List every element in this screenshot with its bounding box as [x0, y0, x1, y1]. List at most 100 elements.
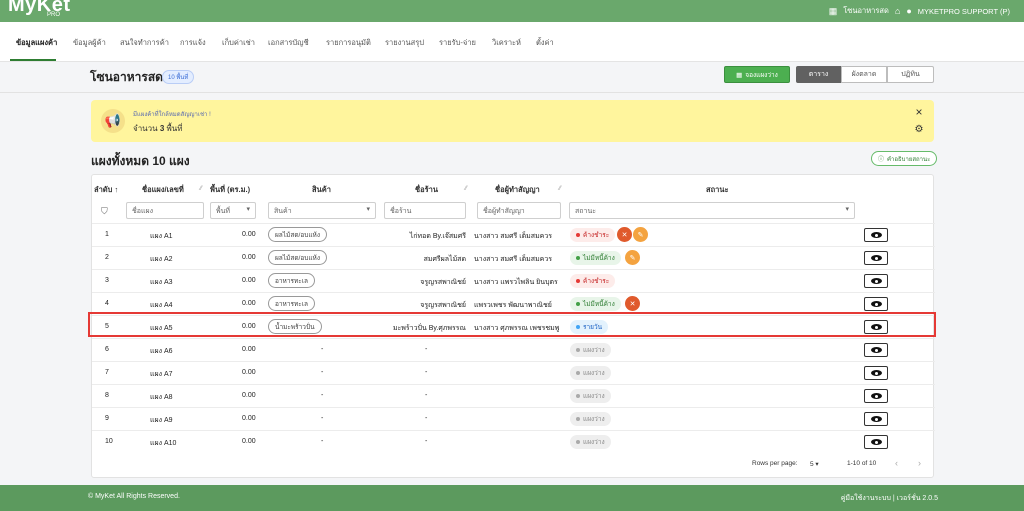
view-details-button[interactable] [864, 412, 888, 426]
prev-page-icon[interactable]: ‹ [895, 458, 898, 468]
chevron-down-icon: ▾ [366, 206, 370, 213]
section-title: แผงทั้งหมด 10 แผง [91, 154, 190, 168]
shop-name: มะพร้าวปั่น By.ศุภพรรณ [392, 325, 466, 332]
view-details-button[interactable] [864, 274, 888, 288]
col-header-status[interactable]: สถานะ [706, 184, 729, 196]
table-row[interactable]: 3 แผง A3 0.00 อาหารทะเล จรูญรสพาณิชย์ นางสาว … [92, 269, 935, 292]
megaphone-icon: 📢 [101, 109, 125, 133]
col-header-no[interactable]: ลำดับ ↑ [94, 184, 118, 196]
view-table-tab[interactable]: ตาราง [796, 66, 841, 83]
gear-icon[interactable]: ⚙ [912, 123, 926, 137]
status-description-label: คำอธิบายสถานะ [887, 156, 931, 163]
filter-product-select[interactable]: สินค้า ▾ [268, 202, 376, 219]
stall-area: 0.00 [242, 254, 256, 261]
resize-handle[interactable]: ⁄⁄ [200, 186, 202, 192]
nav-summary-report[interactable]: รายงานสรุป [385, 37, 424, 49]
rows-per-page-select[interactable]: 5 ▾ [810, 460, 819, 468]
row-number: 6 [105, 346, 109, 353]
nav-analysis[interactable]: วิเคราะห์ [492, 37, 521, 49]
row-number: 1 [105, 231, 109, 238]
user-name[interactable]: MYKETPRO SUPPORT (P) [918, 7, 1010, 16]
rows-per-page-label: Rows per page: [752, 460, 798, 467]
status-badge: ค้างชำระ [570, 274, 616, 288]
resize-handle[interactable]: ⁄⁄ [559, 186, 561, 192]
table-row[interactable]: 9 แผง A9 0.00 - - แผงว่าง [92, 407, 935, 430]
user-icon: ● [906, 6, 912, 16]
view-details-button[interactable] [864, 435, 888, 449]
row-number: 4 [105, 300, 109, 307]
table-row[interactable]: 1 แผง A1 0.00 ผลไม้สด/อบแห้ง ไก่ทอด By.เจ๊สม… [92, 223, 935, 246]
filter-icon[interactable]: ⛉ [101, 206, 108, 217]
table-row[interactable]: 8 แผง A8 0.00 - - แผงว่าง [92, 384, 935, 407]
store-name[interactable]: โซนอาหารสด [843, 5, 889, 17]
nav-income-expense[interactable]: รายรับ-จ่าย [439, 37, 476, 49]
contract-edit-icon[interactable]: ✎ [625, 250, 640, 265]
view-details-button[interactable] [864, 320, 888, 334]
view-details-button[interactable] [864, 297, 888, 311]
view-details-button[interactable] [864, 366, 888, 380]
overdue-alert-icon[interactable]: ✕ [617, 227, 632, 242]
col-header-area[interactable]: พื้นที่ (ตร.ม.) [210, 184, 250, 196]
eye-icon [870, 370, 882, 376]
view-market-map-tab[interactable]: ผังตลาด [841, 66, 887, 83]
nav-approvals[interactable]: รายการอนุมัติ [326, 37, 371, 49]
overdue-alert-icon[interactable]: ✕ [625, 296, 640, 311]
table-row[interactable]: 2 แผง A2 0.00 ผลไม้สด/อบแห้ง สมศรีผลไม้สด นาง… [92, 246, 935, 269]
product-name: - [321, 369, 324, 376]
view-details-button[interactable] [864, 389, 888, 403]
view-details-button[interactable] [864, 251, 888, 265]
stall-area: 0.00 [242, 438, 256, 445]
nav-settings[interactable]: ตั้งค่า [536, 37, 554, 49]
table-row[interactable]: 10 แผง A10 0.00 - - แผงว่าง [92, 430, 935, 453]
col-header-tenant[interactable]: ชื่อผู้ทำสัญญา [495, 184, 540, 196]
filter-tenant-input[interactable]: ชื่อผู้ทำสัญญา [477, 202, 561, 219]
nav-tenant-info[interactable]: ข้อมูลผู้ค้า [73, 37, 106, 49]
table-row[interactable]: 4 แผง A4 0.00 อาหารทะเล จรูญรสพาณิชย์ แพรวเพช… [92, 292, 935, 315]
next-page-icon[interactable]: › [918, 458, 921, 468]
status-badge: แผงว่าง [570, 412, 611, 426]
stall-name: แผง A1 [150, 233, 173, 240]
tenant-name: นางสาว สมศรี เต็มสมควร [474, 256, 553, 263]
stall-name: แผง A4 [150, 302, 173, 309]
status-badge: แผงว่าง [570, 366, 611, 380]
col-header-shop[interactable]: ชื่อร้าน [415, 184, 438, 196]
filter-area-select[interactable]: พื้นที่ ▾ [210, 202, 256, 219]
nav-accounting-docs[interactable]: เอกสารบัญชี [268, 37, 309, 49]
logo-sub: PRO [47, 12, 61, 18]
stall-area: 0.00 [242, 392, 256, 399]
nav-rent-collection[interactable]: เก็บค่าเช่า [222, 37, 255, 49]
close-icon[interactable]: × [912, 105, 926, 119]
view-calendar-tab[interactable]: ปฏิทิน [887, 66, 934, 83]
manual-version[interactable]: คู่มือใช้งานระบบ | เวอร์ชั่น 2.0.5 [841, 493, 938, 504]
reserve-stall-button[interactable]: ▦ จองแผงว่าง [724, 66, 790, 83]
status-dot [576, 233, 580, 237]
table-row[interactable]: 7 แผง A7 0.00 - - แผงว่าง [92, 361, 935, 384]
stall-area: 0.00 [242, 369, 256, 376]
table-row[interactable]: 5 แผง A5 0.00 น้ำมะพร้าวปั่น มะพร้าวปั่น By.… [92, 315, 935, 338]
stall-area: 0.00 [242, 346, 256, 353]
row-number: 7 [105, 369, 109, 376]
nav-stall-info[interactable]: ข้อมูลแผงค้า [16, 37, 57, 49]
myket-logo[interactable]: MyKet [8, 0, 71, 17]
filter-shop-input[interactable]: ชื่อร้าน [384, 202, 466, 219]
nav-interested[interactable]: สนใจทำการค้า [120, 37, 169, 49]
eye-icon [870, 255, 882, 261]
stall-name: แผง A2 [150, 256, 173, 263]
shop-name: - [425, 369, 428, 376]
col-header-stall[interactable]: ชื่อแผง/เลขที่ [142, 184, 184, 196]
contract-edit-icon[interactable]: ✎ [633, 227, 648, 242]
product-chip: ผลไม้สด/อบแห้ง [268, 250, 328, 265]
table-row[interactable]: 6 แผง A6 0.00 - - แผงว่าง [92, 338, 935, 361]
col-header-product[interactable]: สินค้า [312, 184, 331, 196]
banner-count: 3 [159, 124, 165, 133]
resize-handle[interactable]: ⁄⁄ [465, 186, 467, 192]
view-details-button[interactable] [864, 343, 888, 357]
row-number: 5 [105, 323, 109, 330]
view-details-button[interactable] [864, 228, 888, 242]
home-icon[interactable]: ⌂ [895, 6, 900, 16]
filter-stall-input[interactable]: ชื่อแผง [126, 202, 204, 219]
nav-notify[interactable]: การแจ้ง [180, 37, 206, 49]
filter-status-select[interactable]: สถานะ ▾ [569, 202, 855, 219]
status-description-button[interactable]: ⓘ คำอธิบายสถานะ [871, 151, 938, 166]
status-badge: แผงว่าง [570, 389, 611, 403]
